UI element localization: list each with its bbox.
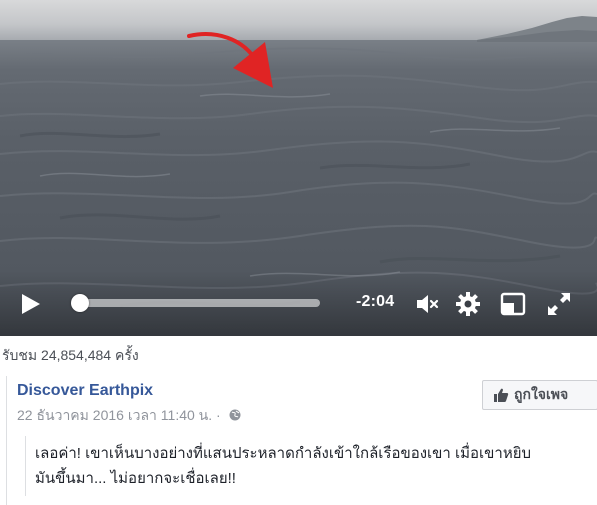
thumbs-up-icon bbox=[494, 388, 509, 402]
volume-mute-icon[interactable] bbox=[414, 291, 440, 317]
globe-icon bbox=[229, 409, 241, 421]
post-caption: เลอค่า! เขาเห็นบางอย่างที่แสนประหลาดกำลั… bbox=[25, 436, 585, 496]
video-progress-bar[interactable] bbox=[70, 294, 320, 312]
caption-line-1: เลอค่า! เขาเห็นบางอย่างที่แสนประหลาดกำลั… bbox=[35, 445, 532, 462]
settings-gear-icon[interactable] bbox=[455, 291, 481, 317]
progress-scrubber[interactable] bbox=[70, 294, 89, 312]
time-remaining: -2:04 bbox=[356, 293, 395, 310]
post-info: Discover Earthpix 22 ธันวาคม 2016 เวลา 1… bbox=[6, 376, 597, 505]
video-player[interactable]: -2:04 bbox=[0, 0, 597, 336]
post-date-text: 22 ธันวาคม 2016 เวลา 11:40 น. · bbox=[17, 407, 221, 423]
caption-line-2: มันขึ้นมา... ไม่อยากจะเชื่อเลย!! bbox=[35, 470, 236, 487]
red-arrow-annotation bbox=[187, 32, 273, 88]
like-page-button[interactable]: ถูกใจเพจ bbox=[482, 380, 597, 410]
play-icon[interactable] bbox=[18, 292, 42, 316]
video-controls: -2:04 bbox=[0, 270, 597, 336]
page-name-link[interactable]: Discover Earthpix bbox=[17, 382, 153, 400]
view-count: รับชม 24,854,484 ครั้ง bbox=[2, 347, 139, 363]
pip-icon[interactable] bbox=[500, 291, 526, 317]
video-post: -2:04 รับชม 24,854,484 ครั้ง Discover Ea… bbox=[0, 0, 597, 505]
like-page-label: ถูกใจเพจ bbox=[514, 386, 569, 402]
post-timestamp[interactable]: 22 ธันวาคม 2016 เวลา 11:40 น. · bbox=[17, 405, 241, 427]
fullscreen-icon[interactable] bbox=[546, 291, 572, 317]
